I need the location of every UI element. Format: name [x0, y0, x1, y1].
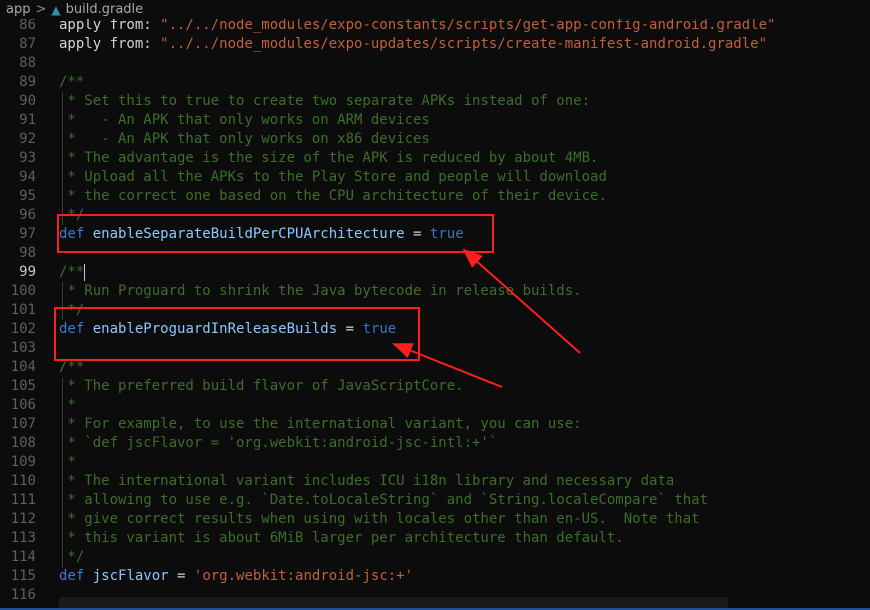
breadcrumb-file[interactable]: build.gradle	[66, 2, 144, 17]
gradle-elephant-icon: ▲	[51, 2, 61, 17]
annotation-arrows	[392, 248, 581, 388]
breadcrumb-folder[interactable]: app	[6, 2, 30, 17]
breadcrumb-separator: >	[35, 2, 47, 17]
annotation-arrow-proguard	[392, 343, 503, 388]
breadcrumb: app > ▲ build.gradle	[0, 0, 870, 19]
annotation-arrow-cpu	[462, 248, 581, 354]
